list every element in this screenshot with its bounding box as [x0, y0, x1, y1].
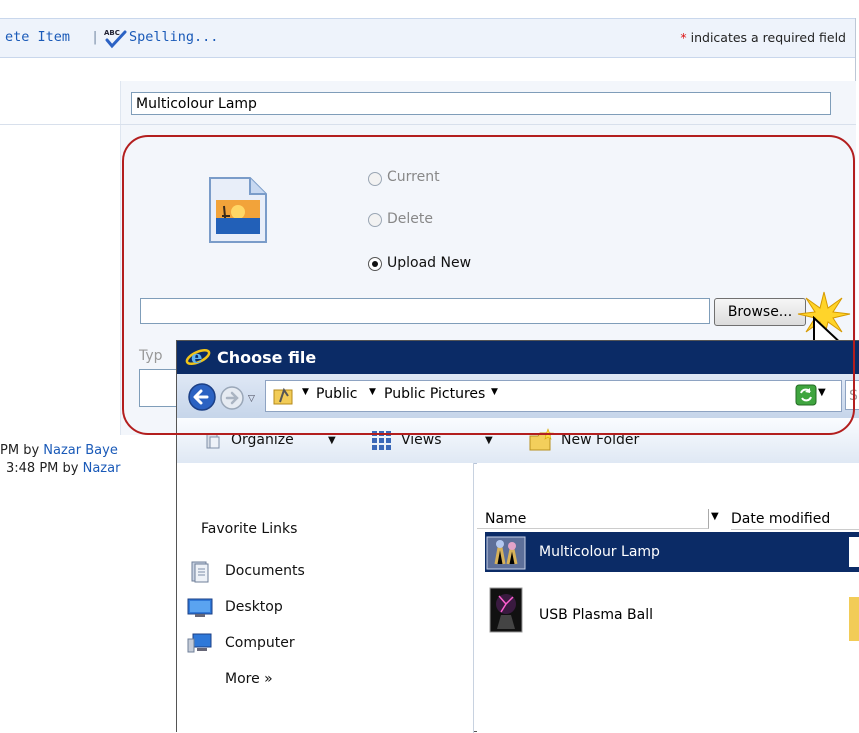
version-1-prefix: PM by — [0, 443, 40, 458]
documents-icon — [189, 561, 211, 587]
required-field-note: * indicates a required field — [680, 30, 846, 45]
file-list-pane — [477, 463, 859, 733]
file-name-multicolour-lamp[interactable]: Multicolour Lamp — [539, 544, 660, 560]
title-input[interactable]: Multicolour Lamp — [131, 92, 831, 115]
column-sort-dropdown-icon[interactable]: ▼ — [711, 511, 719, 522]
delete-item-link[interactable]: ete Item — [5, 29, 70, 45]
toolbar-separator: | — [91, 29, 100, 45]
spelling-icon[interactable]: ABC — [103, 27, 129, 53]
favorite-link-documents[interactable]: Documents — [225, 563, 305, 579]
more-links-button[interactable]: More » — [225, 671, 273, 687]
plasma-ball-thumbnail-icon — [489, 587, 523, 637]
version-2-prefix: 3:48 PM by — [6, 461, 79, 476]
organize-icon — [205, 432, 221, 454]
column-header-date[interactable]: Date modified — [731, 509, 859, 530]
favorite-links-title: Favorite Links — [201, 521, 298, 537]
date-cell-fragment — [849, 537, 859, 567]
svg-text:ABC: ABC — [104, 29, 120, 37]
version-line-2: 3:48 PM by Nazar — [6, 461, 120, 476]
favorite-link-computer[interactable]: Computer — [225, 635, 295, 651]
lamp-thumbnail-icon — [486, 536, 526, 574]
desktop-icon — [187, 597, 213, 623]
spelling-link[interactable]: Spelling... — [129, 29, 218, 45]
folder-fragment-icon — [849, 597, 859, 641]
title-label-cell — [0, 81, 121, 124]
required-star: * — [680, 30, 687, 45]
navigation-pane: Favorite Links Documents Desktop Compute… — [177, 463, 474, 733]
computer-icon — [187, 633, 213, 659]
version-1-user-link[interactable]: Nazar Baye — [43, 443, 118, 458]
file-name-usb-plasma-ball[interactable]: USB Plasma Ball — [539, 607, 653, 623]
favorite-link-desktop[interactable]: Desktop — [225, 599, 283, 615]
picture-label-cell — [0, 125, 121, 435]
required-note-text: indicates a required field — [690, 30, 846, 45]
highlight-annotation — [122, 135, 855, 435]
toolbar: ete Item | ABC Spelling... * indicates a… — [0, 18, 856, 58]
organize-dropdown-icon[interactable]: ▼ — [328, 435, 336, 446]
version-line-1: PM by Nazar Baye — [0, 443, 118, 458]
version-2-user-link[interactable]: Nazar — [83, 461, 121, 476]
column-header-name[interactable]: Name — [477, 509, 709, 529]
views-dropdown-icon[interactable]: ▼ — [485, 435, 493, 446]
